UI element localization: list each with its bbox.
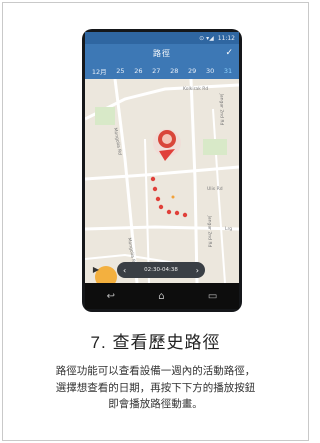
date-strip: 12月 25 26 27 28 29 30 31 [85,63,239,79]
map-road-label: Kolkirak Rd [183,87,209,92]
date-item[interactable]: 30 [206,67,214,75]
phone-mockup: ⊙ ▾◢ 11:12 路徑 ✓ 12月 25 26 27 28 29 30 31 [82,29,242,312]
phone-screen: ⊙ ▾◢ 11:12 路徑 ✓ 12月 25 26 27 28 29 30 31 [85,32,239,309]
month-label: 12月 [91,68,107,76]
status-indicators: ⊙ ▾◢ [199,34,214,42]
date-item[interactable]: 28 [170,67,178,75]
date-item[interactable]: 26 [134,67,142,75]
back-icon[interactable]: ↩ [107,291,115,302]
app-bar: 路徑 ✓ [85,44,239,63]
date-item[interactable]: 25 [116,67,124,75]
play-icon[interactable]: ▶ [91,265,101,275]
map-road-label: Ulis Rd [207,187,223,192]
map-road-label: Lrg [225,227,233,232]
step-title: 7. 查看歷史路徑 [90,333,221,352]
time-range-pill: ‹ 02:30-04:38 › [117,262,205,278]
date-item-selected[interactable]: 31 [224,67,232,75]
status-bar: ⊙ ▾◢ 11:12 [85,32,239,44]
map-road-label: Jangar 2nd Rd [206,215,212,248]
date-item[interactable]: 29 [188,67,196,75]
description-line: 即會播放路徑動畫。 [108,398,203,410]
playback-bar: ▶ ‹ 02:30-04:38 › [91,262,233,288]
time-range-text: 02:30-04:38 [144,267,178,273]
map-view[interactable]: Kolkirak Rd Jangar 2nd Rd Jangar 2nd Rd … [85,79,239,283]
page-title: 路徑 [153,49,171,58]
chevron-right-icon[interactable]: › [196,266,199,275]
status-time: 11:12 [217,34,235,42]
android-nav-bar: ↩ ⌂ ▭ [85,283,239,309]
chevron-left-icon[interactable]: ‹ [123,266,126,275]
description-line: 選擇想查看的日期，再按下下方的播放按鈕 [55,381,256,394]
home-icon[interactable]: ⌂ [158,291,164,302]
checkmark-icon[interactable]: ✓ [225,48,233,58]
map-road-label: Jangar 2nd Rd [218,93,224,126]
description-line: 路徑功能可以查看設備一週內的活動路徑， [55,365,256,377]
recent-apps-icon[interactable]: ▭ [208,291,217,302]
step-description: 路徑功能可以查看設備一週內的活動路徑， 選擇想查看的日期，再按下下方的播放按鈕 … [14,363,297,413]
date-item[interactable]: 27 [152,67,160,75]
map-canvas [85,79,239,283]
